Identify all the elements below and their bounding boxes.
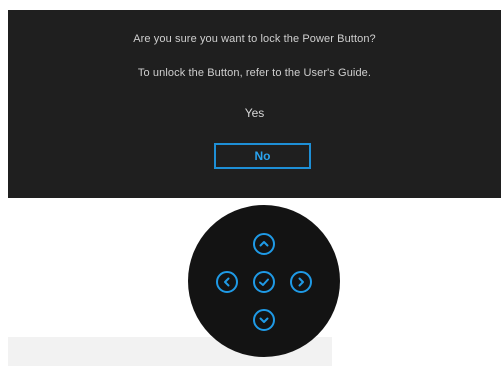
checkmark-icon [259,278,269,286]
yes-option[interactable]: Yes [8,106,501,120]
chevron-down-icon [259,317,269,323]
joystick-right-button[interactable] [290,271,312,293]
chevron-right-icon [298,277,304,287]
no-button[interactable]: No [214,143,311,169]
joystick-down-button[interactable] [253,309,275,331]
joystick-controller [188,205,340,357]
joystick-confirm-button[interactable] [253,271,275,293]
lock-confirmation-dialog: Are you sure you want to lock the Power … [8,10,501,198]
screenshot-canvas: Are you sure you want to lock the Power … [0,0,504,366]
chevron-left-icon [224,277,230,287]
dialog-hint: To unlock the Button, refer to the User'… [137,67,372,79]
dialog-message: Are you sure you want to lock the Power … [133,33,376,45]
joystick-up-button[interactable] [253,233,275,255]
chevron-up-icon [259,241,269,247]
joystick-left-button[interactable] [216,271,238,293]
